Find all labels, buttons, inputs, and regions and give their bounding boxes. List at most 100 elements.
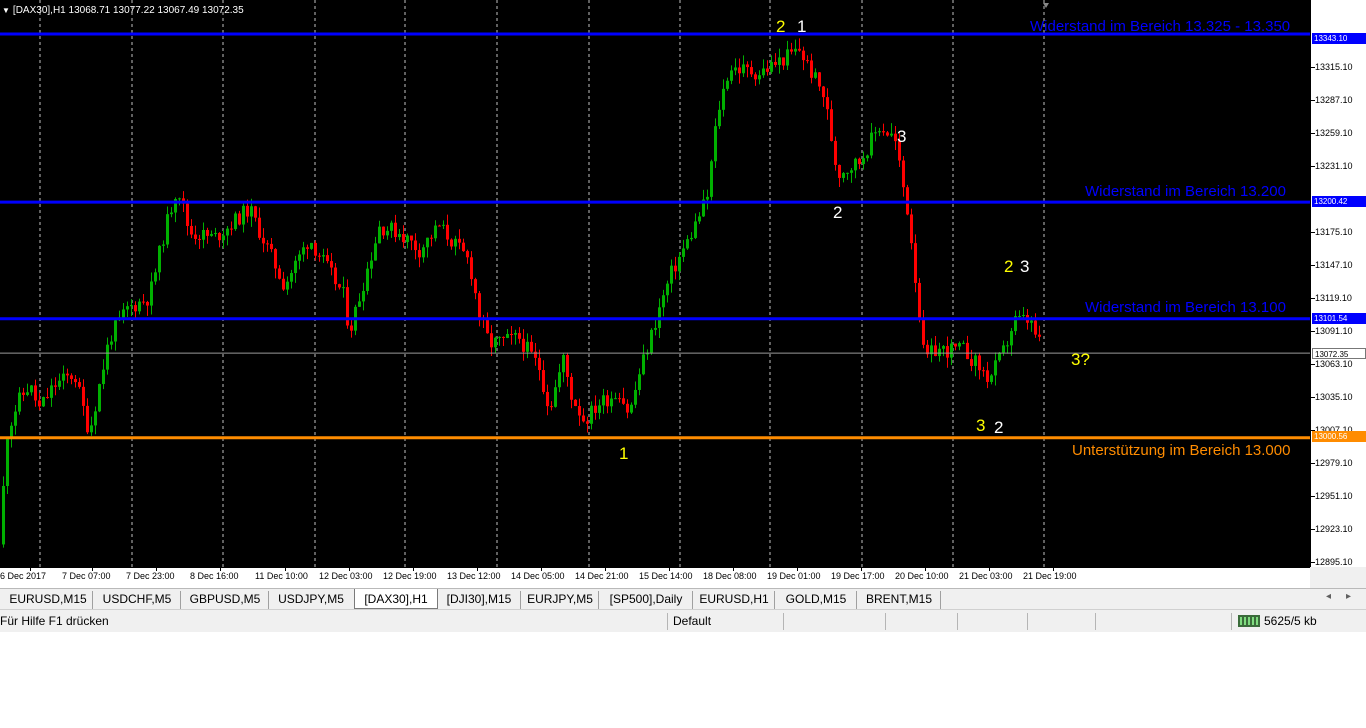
tab-eurusd-m15[interactable]: EURUSD,M15	[4, 591, 93, 609]
chart-window[interactable]: ▼ [DAX30],H1 13068.71 13077.22 13067.49 1…	[0, 0, 1366, 589]
tab-scroll-left-icon[interactable]: ◂	[1326, 591, 1331, 602]
candle-body	[598, 405, 601, 413]
status-profile[interactable]: Default	[673, 610, 711, 632]
time-tick-mark	[797, 568, 798, 571]
candle-body	[826, 97, 829, 110]
time-tick-mark	[477, 568, 478, 571]
candle-body	[142, 301, 145, 303]
candle-body	[426, 237, 429, 248]
candle-body	[2, 485, 5, 545]
tab-gbpusd-m5[interactable]: GBPUSD,M5	[182, 591, 269, 609]
resistance-label-13100: Widerstand im Bereich 13.100	[1085, 299, 1286, 316]
candle-body	[554, 387, 557, 407]
tab-usdchf-m5[interactable]: USDCHF,M5	[94, 591, 181, 609]
candle-body	[438, 225, 441, 227]
candle-body	[710, 161, 713, 197]
candlestick-chart	[0, 0, 1310, 567]
candle-body	[378, 226, 381, 244]
chart-header[interactable]: ▼ [DAX30],H1 13068.71 13077.22 13067.49 1…	[2, 5, 244, 16]
candle-body	[162, 244, 165, 246]
candle-body	[714, 126, 717, 162]
candle-body	[506, 333, 509, 338]
candle-body	[1022, 315, 1025, 317]
candle-body	[454, 238, 457, 247]
candle-body	[422, 247, 425, 258]
candle-body	[690, 237, 693, 240]
time-tick-mark	[220, 568, 221, 571]
tab-sp500-daily[interactable]: [SP500],Daily	[600, 591, 693, 609]
candle-body	[150, 281, 153, 306]
candle-body	[946, 346, 949, 358]
candle-body	[250, 206, 253, 217]
candle-body	[234, 213, 237, 230]
candle-body	[622, 398, 625, 404]
candle-body	[842, 173, 845, 178]
tab-gold-m15[interactable]: GOLD,M15	[776, 591, 857, 609]
tab-dax30-h1[interactable]: [DAX30],H1	[354, 589, 438, 609]
wave-label: 1	[797, 17, 807, 36]
time-tick-mark	[925, 568, 926, 571]
candle-body	[994, 360, 997, 376]
candle-body	[910, 214, 913, 244]
candle-body	[202, 229, 205, 240]
candle-body	[794, 48, 797, 52]
candle-body	[494, 337, 497, 348]
candle-body	[470, 257, 473, 280]
resistance-label-13200: Widerstand im Bereich 13.200	[1085, 183, 1286, 200]
candle-body	[1002, 345, 1005, 353]
candle-body	[698, 216, 701, 222]
time-tick-mark	[669, 568, 670, 571]
candle-body	[974, 355, 977, 366]
tab-dji30-m15[interactable]: [DJI30],M15	[438, 591, 521, 609]
candle-body	[742, 64, 745, 74]
price-axis[interactable]: 13315.10 13287.10 13259.10 13231.10 1317…	[1310, 0, 1366, 567]
price-chart-plot[interactable]: ▼ [DAX30],H1 13068.71 13077.22 13067.49 1…	[0, 0, 1310, 567]
time-tick-mark	[989, 568, 990, 571]
candle-body	[518, 333, 521, 339]
candle-body	[278, 268, 281, 279]
symbol-menu-icon[interactable]: ▼	[2, 6, 10, 15]
candle-body	[294, 260, 297, 274]
candle-body	[954, 343, 957, 347]
tab-usdjpy-m5[interactable]: USDJPY,M5	[270, 591, 352, 609]
candle-body	[626, 403, 629, 413]
candle-body	[134, 305, 137, 312]
tab-scroll-right-icon[interactable]: ▸	[1346, 591, 1351, 602]
candle-body	[486, 318, 489, 334]
time-tick: 20 Dec 10:00	[895, 571, 949, 581]
candle-body	[394, 222, 397, 238]
candle-body	[342, 287, 345, 289]
time-tick: 19 Dec 01:00	[767, 571, 821, 581]
tab-brent-m15[interactable]: BRENT,M15	[858, 591, 941, 609]
time-axis[interactable]: 6 Dec 2017 7 Dec 07:00 7 Dec 23:00 8 Dec 16…	[0, 567, 1310, 589]
tab-eurjpy-m5[interactable]: EURJPY,M5	[522, 591, 599, 609]
time-tick: 21 Dec 03:00	[959, 571, 1013, 581]
candle-body	[586, 421, 589, 424]
candle-body	[666, 283, 669, 296]
candle-body	[246, 205, 249, 217]
candle-body	[902, 160, 905, 188]
candle-body	[262, 237, 265, 244]
candle-body	[194, 234, 197, 239]
candle-body	[82, 386, 85, 406]
candle-body	[26, 392, 29, 395]
candle-body	[866, 155, 869, 159]
wave-label: 3	[1020, 257, 1030, 276]
candle-body	[738, 67, 741, 74]
tab-eurusd-h1[interactable]: EURUSD,H1	[694, 591, 775, 609]
candle-body	[130, 305, 133, 307]
candle-body	[962, 342, 965, 344]
candle-body	[810, 60, 813, 78]
candle-body	[310, 242, 313, 249]
candle-body	[370, 260, 373, 269]
status-traffic: 5625/5 kb	[1264, 614, 1317, 628]
candle-body	[806, 60, 809, 62]
candle-body	[822, 86, 825, 98]
candle-body	[450, 239, 453, 247]
candle-body	[414, 240, 417, 251]
candle-body	[266, 243, 269, 245]
candle-body	[774, 61, 777, 65]
candle-body	[538, 357, 541, 371]
candle-body	[950, 343, 953, 358]
candle-body	[530, 341, 533, 352]
